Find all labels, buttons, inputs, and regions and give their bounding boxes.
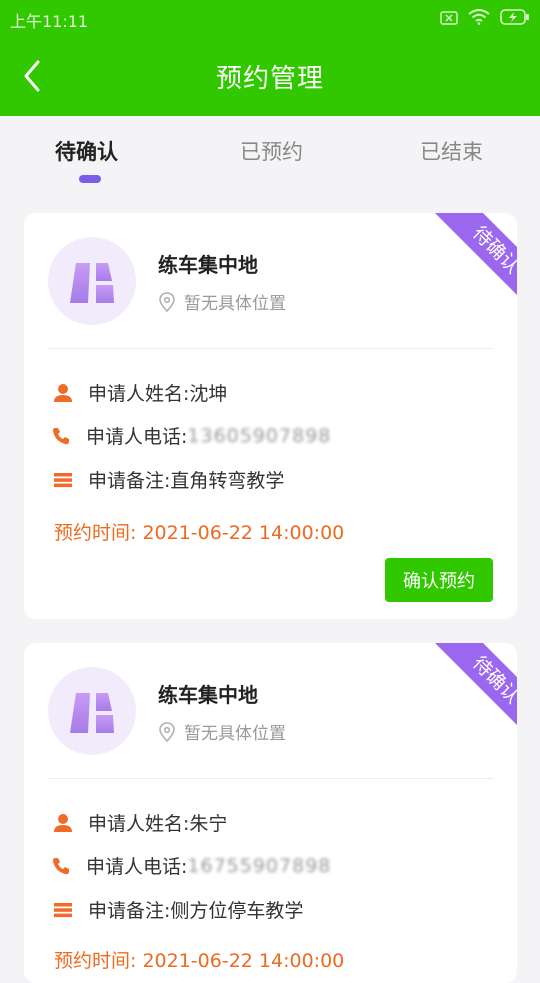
applicant-name: 朱宁	[189, 813, 228, 835]
place-avatar	[48, 237, 136, 325]
list-icon	[52, 469, 74, 491]
place-location: 暂无具体位置	[158, 289, 286, 314]
remark-text: 直角转弯教学	[170, 470, 285, 492]
remark-row: 申请备注: 直角转弯教学	[52, 466, 284, 493]
status-ribbon-label: 待确认	[430, 643, 517, 743]
phone-icon	[50, 855, 72, 877]
time-label: 预约时间:	[54, 950, 143, 972]
road-icon	[70, 263, 114, 303]
applicant-phone: 16755907898	[187, 854, 332, 877]
list-icon	[52, 899, 74, 921]
tab-booked[interactable]: 已预约	[240, 136, 303, 166]
place-name: 练车集中地	[158, 253, 258, 277]
status-ribbon: 待确认	[417, 643, 517, 743]
applicant-name-row: 申请人姓名: 沈坤	[52, 379, 227, 406]
applicant-phone-row: 申请人电话: 13605907898	[50, 422, 331, 449]
sim-x-icon	[440, 10, 458, 29]
status-ribbon: 待确认	[417, 213, 517, 313]
person-icon	[52, 812, 74, 834]
divider	[48, 348, 493, 349]
location-text: 暂无具体位置	[184, 294, 286, 314]
confirm-appointment-button[interactable]: 确认预约	[385, 558, 493, 602]
applicant-phone-label: 申请人电话:	[86, 856, 188, 878]
remark-text: 侧方位停车教学	[170, 900, 304, 922]
applicant-name-label: 申请人姓名:	[88, 383, 190, 405]
phone-icon	[50, 425, 72, 447]
appointment-time: 预约时间: 2021-06-22 14:00:00	[54, 518, 344, 545]
location-pin-icon	[159, 721, 175, 742]
time-value: 2021-06-22 14:00:00	[142, 522, 345, 544]
status-ribbon-label: 待确认	[430, 213, 517, 313]
place-avatar	[48, 667, 136, 755]
applicant-name-row: 申请人姓名: 朱宁	[52, 809, 227, 836]
tab-pending[interactable]: 待确认	[55, 136, 118, 166]
status-icons	[440, 9, 530, 29]
applicant-name-label: 申请人姓名:	[88, 813, 190, 835]
applicant-phone-row: 申请人电话: 16755907898	[50, 852, 331, 879]
status-time: 上午11:11	[10, 12, 89, 31]
status-bar: 上午11:11	[0, 0, 540, 36]
applicant-phone-label: 申请人电话:	[86, 426, 188, 448]
place-location: 暂无具体位置	[158, 719, 286, 744]
app-header: 上午11:11 预约管理	[0, 0, 540, 116]
battery-charging-icon	[500, 9, 530, 29]
tab-finished[interactable]: 已结束	[420, 136, 483, 166]
place-name: 练车集中地	[158, 683, 258, 707]
appointment-card: 待确认 练车集中地 暂无具体位置 申请人姓名: 沈坤 申请人电话: 136059…	[24, 213, 517, 619]
applicant-phone: 13605907898	[187, 424, 332, 447]
applicant-name: 沈坤	[189, 383, 228, 405]
location-text: 暂无具体位置	[184, 724, 286, 744]
tab-active-indicator	[79, 175, 101, 183]
time-value: 2021-06-22 14:00:00	[142, 950, 345, 972]
location-pin-icon	[159, 291, 175, 312]
wifi-icon	[468, 9, 490, 29]
time-label: 预约时间:	[54, 522, 143, 544]
remark-label: 申请备注:	[88, 900, 171, 922]
appointment-card: 待确认 练车集中地 暂无具体位置 申请人姓名: 朱宁 申请人电话: 167559…	[24, 643, 517, 983]
page-title: 预约管理	[215, 64, 324, 94]
remark-row: 申请备注: 侧方位停车教学	[52, 896, 303, 923]
divider	[48, 778, 493, 779]
person-icon	[52, 382, 74, 404]
road-icon	[70, 693, 114, 733]
remark-label: 申请备注:	[88, 470, 171, 492]
